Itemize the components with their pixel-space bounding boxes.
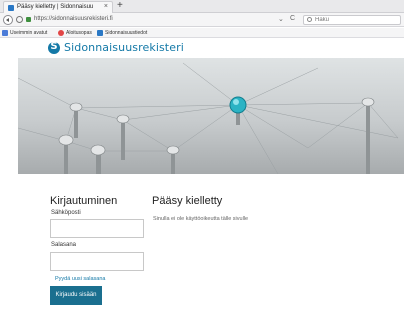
browser-tabbar: Pääsy kielletty | Sidonnaisuu × + [0,0,404,13]
search-input[interactable] [315,17,395,23]
email-field[interactable] [50,219,144,238]
new-tab-button[interactable]: + [117,0,123,12]
password-field[interactable] [50,252,144,271]
site-favicon-icon [8,5,14,11]
bookmark-sidonnaisuustiedot[interactable]: Sidonnaisuustiedot [97,29,147,37]
network-illustration [18,62,399,174]
lock-icon[interactable] [26,17,31,22]
browser-search-box[interactable] [303,15,401,25]
login-heading: Kirjautuminen [50,195,118,207]
tab-title: Pääsy kielletty | Sidonnaisuu [17,4,94,10]
reload-icon[interactable]: C [290,15,295,22]
access-denied-heading: Pääsy kielletty [152,195,223,207]
browser-tab[interactable]: Pääsy kielletty | Sidonnaisuu × [3,1,113,13]
site-logo-icon[interactable] [48,41,60,54]
firefox-icon [58,29,64,36]
bookmarks-bar: Useimmin avatut Aloitusopas Sidonnaisuus… [0,28,404,38]
info-icon[interactable] [16,16,23,23]
login-button[interactable]: Kirjaudu sisään [50,286,102,305]
email-label: Sähköposti [51,210,81,216]
forgot-password-link[interactable]: Pyydä uusi salasana [55,276,105,282]
bookmark-getting-started[interactable]: Aloitusopas [58,29,92,37]
browser-navbar: https://sidonnaisuusrekisteri.fi ⌄ C [0,13,404,27]
bookmark-icon [97,29,103,36]
hero-banner [18,58,404,174]
search-icon [307,17,312,22]
chevron-down-icon[interactable]: ⌄ [278,15,284,23]
bookmark-icon [2,29,8,36]
password-label: Salasana [51,242,77,248]
bookmark-most-visited[interactable]: Useimmin avatut [2,29,47,37]
back-button[interactable] [3,15,13,25]
site-header: Sidonnaisuusrekisteri [0,39,404,58]
site-title[interactable]: Sidonnaisuusrekisteri [64,41,184,54]
access-denied-message: Sinulla ei ole käyttöoikeutta tälle sivu… [153,216,249,222]
close-tab-icon[interactable]: × [104,3,108,10]
address-bar[interactable]: https://sidonnaisuusrekisteri.fi [34,16,113,22]
